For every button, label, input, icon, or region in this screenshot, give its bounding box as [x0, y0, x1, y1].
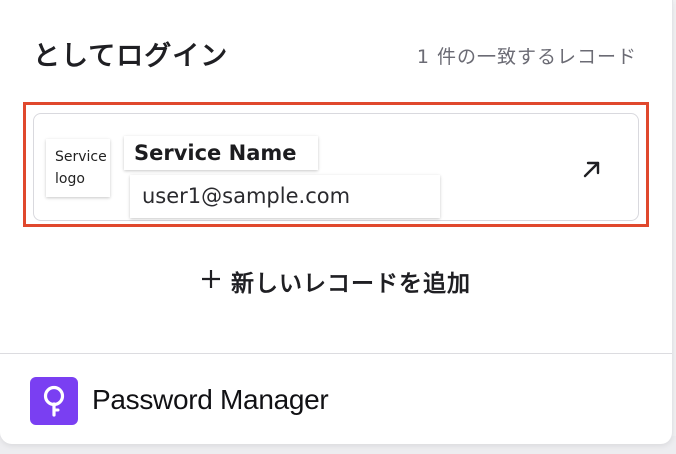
popup-header: としてログイン 1 件の一致するレコード: [0, 0, 672, 104]
add-record-button[interactable]: 新しいレコードを追加: [0, 258, 672, 304]
add-record-label: 新しいレコードを追加: [231, 271, 471, 297]
keyhole-icon: [30, 377, 78, 425]
match-count: 1 件の一致するレコード: [416, 46, 637, 68]
plus-icon: [201, 268, 221, 294]
page: としてログイン 1 件の一致するレコード Service logo Servic…: [0, 0, 676, 454]
password-manager-popup: としてログイン 1 件の一致するレコード Service logo Servic…: [0, 0, 673, 444]
popup-title: としてログイン: [33, 41, 229, 72]
app-name: Password Manager: [92, 384, 329, 415]
record-highlight-outline: [23, 102, 649, 227]
footer: Password Manager: [0, 354, 672, 444]
